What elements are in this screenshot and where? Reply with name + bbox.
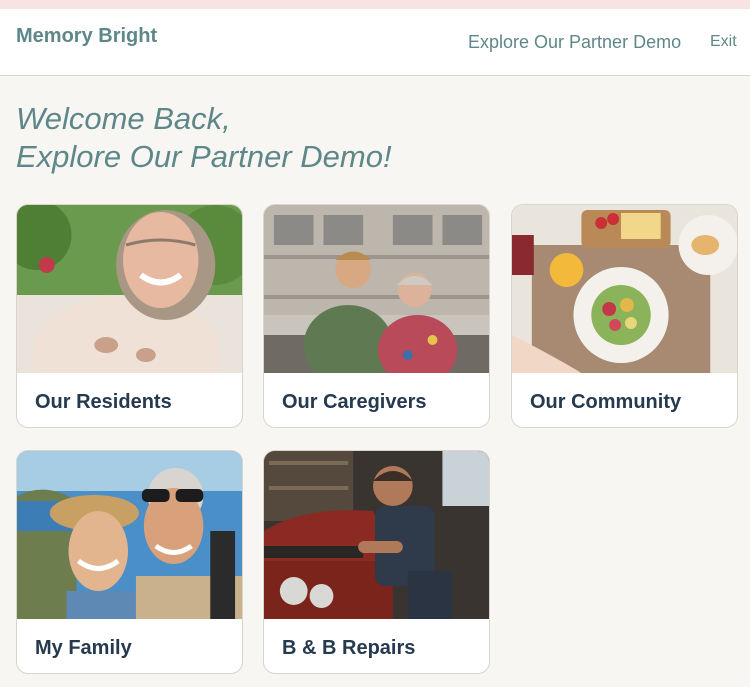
card-label: Our Community (530, 391, 682, 413)
header-bar: Memory Bright Explore Our Partner Demo E… (0, 9, 750, 76)
card-b-and-b-repairs[interactable]: B & B Repairs (263, 450, 490, 674)
exit-link[interactable]: Exit (710, 33, 737, 51)
top-strip (0, 0, 750, 9)
smiling-elderly-woman-photo (17, 205, 242, 373)
brand-logo[interactable]: Memory Bright (16, 25, 157, 48)
card-label: Our Residents (35, 391, 172, 413)
card-label: My Family (35, 637, 132, 659)
card-our-caregivers[interactable]: Our Caregivers (263, 204, 490, 428)
welcome-heading: Welcome Back, Explore Our Partner Demo! (16, 100, 392, 176)
card-our-community[interactable]: Our Community (511, 204, 738, 428)
explore-partner-demo-link[interactable]: Explore Our Partner Demo (468, 32, 681, 53)
card-label: Our Caregivers (282, 391, 427, 413)
shared-meal-table-photo (512, 205, 737, 373)
card-label: B & B Repairs (282, 637, 416, 659)
mechanic-fixing-car-photo (264, 451, 489, 619)
card-my-family[interactable]: My Family (16, 450, 243, 674)
welcome-line-2: Explore Our Partner Demo! (16, 139, 392, 174)
caregiver-with-elderly-woman-photo (264, 205, 489, 373)
elderly-couple-selfie-photo (17, 451, 242, 619)
welcome-line-1: Welcome Back, (16, 101, 231, 136)
card-our-residents[interactable]: Our Residents (16, 204, 243, 428)
